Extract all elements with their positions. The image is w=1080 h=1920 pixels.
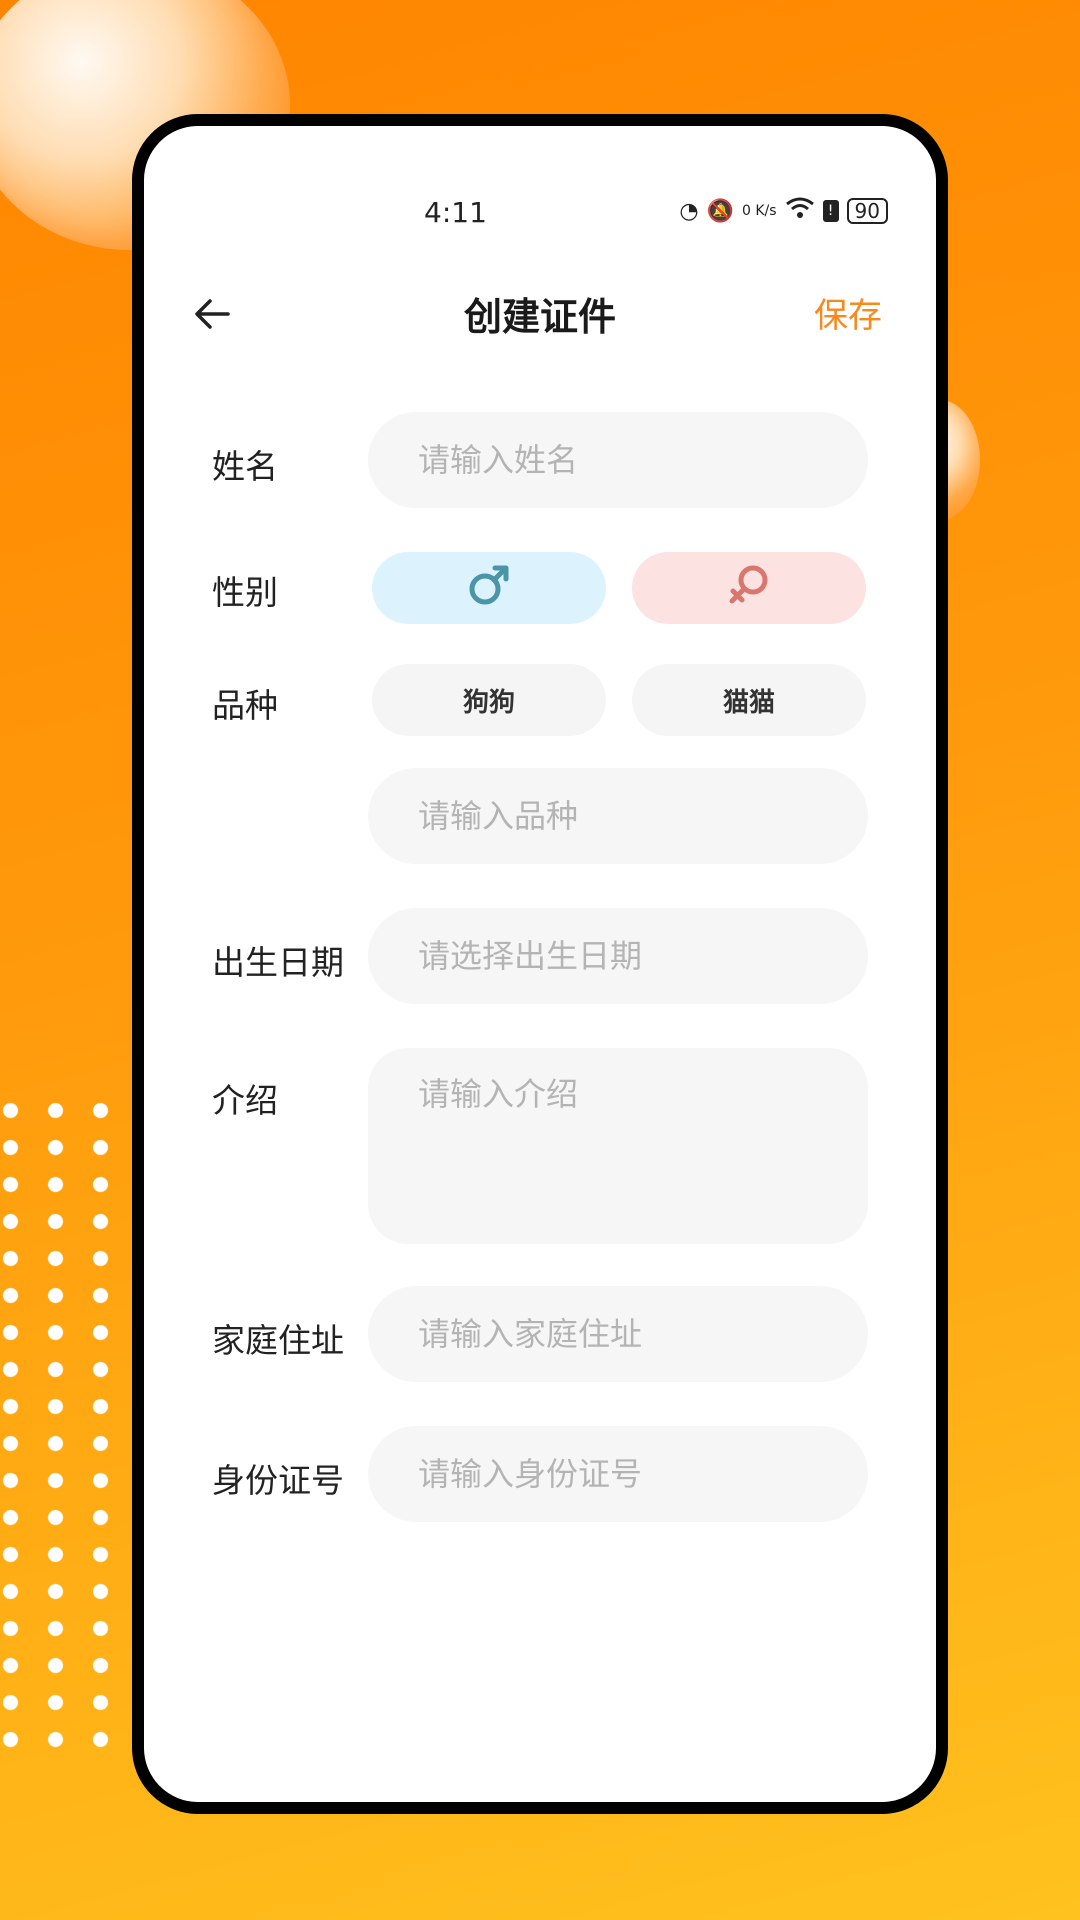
name-label: 姓名 — [212, 447, 278, 486]
birthdate-label: 出生日期 — [212, 943, 344, 982]
id-number-label: 身份证号 — [212, 1461, 344, 1500]
wifi-icon — [785, 196, 815, 226]
status-time: 4:11 — [424, 196, 487, 229]
mute-icon: 🔕 — [706, 198, 734, 224]
decorative-dot-pattern — [0, 1092, 120, 1752]
alert-icon: ! — [822, 200, 839, 222]
phone-frame: 4:11 ◔ 🔕 0 K/s ! 90 创建证件 保存 姓名 请输入姓名 性别 — [132, 114, 948, 1814]
gender-female-button[interactable] — [632, 552, 866, 624]
breed-dog-button[interactable]: 狗狗 — [372, 664, 606, 736]
birthdate-picker[interactable]: 请选择出生日期 — [368, 908, 868, 1004]
female-icon — [727, 563, 771, 614]
save-button[interactable]: 保存 — [814, 288, 882, 337]
status-bar: 4:11 ◔ 🔕 0 K/s ! 90 — [144, 196, 936, 236]
gender-label: 性别 — [212, 573, 278, 612]
status-icons: ◔ 🔕 0 K/s ! 90 — [679, 196, 888, 226]
breed-cat-button[interactable]: 猫猫 — [632, 664, 866, 736]
intro-textarea[interactable]: 请输入介绍 — [368, 1048, 868, 1244]
gender-male-button[interactable] — [372, 552, 606, 624]
battery-indicator: 90 — [846, 198, 888, 224]
male-icon — [467, 563, 511, 614]
data-saver-icon: ◔ — [679, 198, 699, 224]
app-header: 创建证件 保存 — [144, 276, 936, 356]
breed-label: 品种 — [212, 686, 278, 725]
address-input[interactable]: 请输入家庭住址 — [368, 1286, 868, 1382]
address-label: 家庭住址 — [212, 1321, 344, 1360]
breed-input[interactable]: 请输入品种 — [368, 768, 868, 864]
network-speed: 0 K/s — [741, 203, 777, 219]
id-number-input[interactable]: 请输入身份证号 — [368, 1426, 868, 1522]
intro-label: 介绍 — [212, 1081, 278, 1120]
name-input[interactable]: 请输入姓名 — [368, 412, 868, 508]
